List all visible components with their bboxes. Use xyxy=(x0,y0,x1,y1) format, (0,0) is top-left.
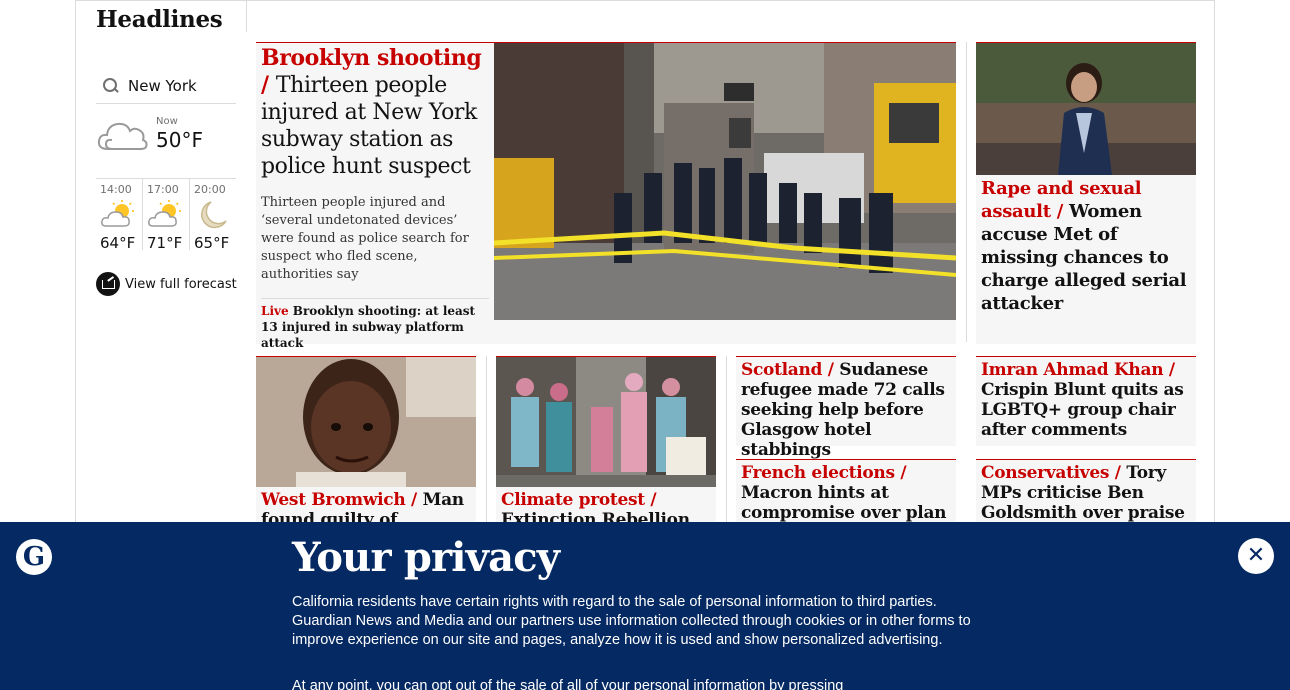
story-image[interactable] xyxy=(496,357,716,487)
view-forecast-link[interactable]: View full forecast xyxy=(96,272,237,296)
sun-cloud-icon xyxy=(101,200,134,227)
story-headline[interactable]: Imran Ahmad Khan / Crispin Blunt quits a… xyxy=(976,357,1196,443)
story-card[interactable]: Conservatives / Tory MPs criticise Ben G… xyxy=(976,459,1196,543)
lead-text: Brooklyn shooting / Thirteen people inju… xyxy=(261,45,489,284)
location-input[interactable]: New York xyxy=(128,77,197,95)
hour-temp: 64°F xyxy=(100,234,136,252)
feature-image[interactable] xyxy=(976,43,1196,175)
kicker-separator: / xyxy=(644,490,657,510)
search-icon xyxy=(102,77,120,95)
hourly-forecast: 14:00 64°F 17:00 71°F 20:00 65°F xyxy=(96,178,236,252)
story-kicker: Imran Ahmad Khan xyxy=(981,360,1164,380)
story-card[interactable]: West Bromwich / Man found guilty of xyxy=(256,356,476,530)
forecast-link-label[interactable]: View full forecast xyxy=(125,277,237,292)
hour-time: 14:00 xyxy=(100,183,132,196)
sun-cloud-icon xyxy=(148,200,181,227)
story-kicker: French elections xyxy=(741,463,895,483)
kicker-separator: / xyxy=(1050,201,1069,222)
hour-time: 20:00 xyxy=(194,183,226,196)
now-temperature: 50°F xyxy=(156,128,203,152)
privacy-body: California residents have certain rights… xyxy=(292,594,971,648)
feature-headline[interactable]: Rape and sexual assault / Women accuse M… xyxy=(981,177,1191,315)
hour-time: 17:00 xyxy=(147,183,179,196)
location-search[interactable]: New York xyxy=(96,68,236,104)
section-title[interactable]: Headlines xyxy=(96,6,223,33)
lead-headline[interactable]: Brooklyn shooting / Thirteen people inju… xyxy=(261,45,489,180)
current-weather: Now 50°F xyxy=(96,114,236,164)
guardian-logo: G xyxy=(16,539,52,575)
divider xyxy=(486,356,487,526)
lead-kicker: Brooklyn shooting xyxy=(261,45,482,71)
hourly-item: 20:00 65°F xyxy=(189,179,236,252)
kicker-separator: / xyxy=(1163,360,1175,380)
hour-temp: 65°F xyxy=(194,234,230,252)
hourly-item: 14:00 64°F xyxy=(96,179,142,252)
cloud-icon xyxy=(97,122,148,150)
kicker-separator: / xyxy=(894,463,907,483)
story-headline-text: Crispin Blunt quits as LGBTQ+ group chai… xyxy=(981,380,1184,440)
external-link-icon xyxy=(96,272,120,296)
kicker-separator: / xyxy=(1109,463,1127,483)
divider xyxy=(246,0,247,32)
story-card[interactable]: Climate protest / Extinction Rebellion xyxy=(496,356,716,530)
lead-standfirst: Thirteen people injured and ‘several und… xyxy=(261,195,469,282)
story-kicker: Climate protest xyxy=(501,490,645,510)
kicker-separator: / xyxy=(822,360,840,380)
story-card[interactable]: Imran Ahmad Khan / Crispin Blunt quits a… xyxy=(976,356,1196,446)
kicker-separator: / xyxy=(405,490,423,510)
live-label: Live xyxy=(261,304,289,318)
story-kicker: Scotland xyxy=(741,360,823,380)
divider xyxy=(726,356,727,526)
divider xyxy=(966,42,967,342)
story-image[interactable] xyxy=(256,357,476,487)
hourly-item: 17:00 71°F xyxy=(142,179,189,252)
moon-icon xyxy=(201,201,227,229)
hour-temp: 71°F xyxy=(147,234,183,252)
story-card[interactable]: Scotland / Sudanese refugee made 72 call… xyxy=(736,356,956,460)
close-button[interactable]: ✕ xyxy=(1238,538,1274,574)
now-label: Now xyxy=(156,116,178,127)
lead-headline-text: Thirteen people injured at New York subw… xyxy=(261,73,477,179)
privacy-body-continued: At any point, you can opt out of the sal… xyxy=(292,678,844,690)
story-card[interactable]: French elections / Macron hints at compr… xyxy=(736,459,956,563)
story-kicker: Conservatives xyxy=(981,463,1110,483)
lead-story[interactable]: Brooklyn shooting / Thirteen people inju… xyxy=(256,42,956,350)
lead-image[interactable] xyxy=(494,43,956,320)
close-icon: ✕ xyxy=(1246,543,1266,568)
kicker-separator: / xyxy=(261,72,276,98)
story-kicker: West Bromwich xyxy=(261,490,406,510)
feature-story[interactable]: Rape and sexual assault / Women accuse M… xyxy=(976,42,1196,344)
story-headline[interactable]: Scotland / Sudanese refugee made 72 call… xyxy=(736,357,956,463)
privacy-banner: G Your privacy California residents have… xyxy=(0,522,1290,690)
privacy-title: Your privacy xyxy=(292,534,560,581)
live-sublink[interactable]: Live Brooklyn shooting: at least 13 inju… xyxy=(261,298,489,351)
live-sublink-text: Brooklyn shooting: at least 13 injured i… xyxy=(261,304,476,350)
